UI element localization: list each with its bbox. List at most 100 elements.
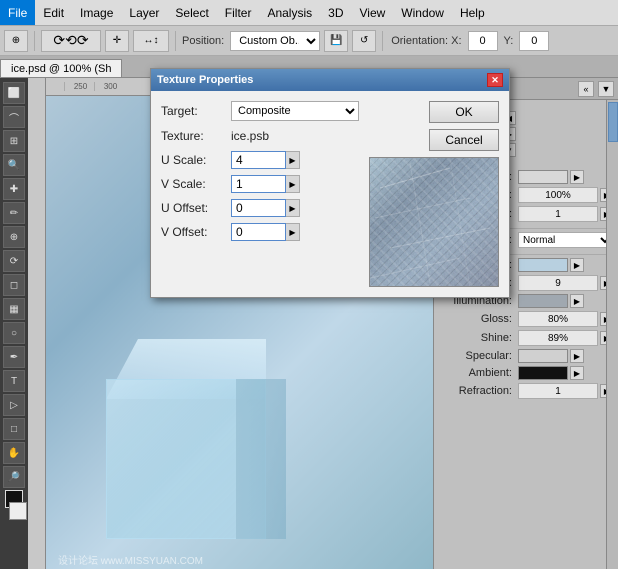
target-select[interactable]: Composite [231, 101, 359, 121]
u-offset-label: U Offset: [161, 201, 231, 215]
menu-analysis[interactable]: Analysis [259, 0, 320, 25]
tool-bg-color[interactable] [9, 502, 27, 520]
environment-color[interactable] [518, 258, 568, 272]
tool-crop[interactable]: ⊞ [3, 130, 25, 152]
tool-eraser[interactable]: ◻ [3, 274, 25, 296]
cancel-button[interactable]: Cancel [429, 129, 499, 151]
tool-eyedrop[interactable]: 🔍 [3, 154, 25, 176]
v-scale-arrow[interactable]: ▶ [286, 175, 300, 193]
ambient-label: Ambient: [438, 367, 518, 379]
position-label: Position: [182, 35, 224, 47]
dialog-body: Target: Composite Texture: ice.psb U Sca… [151, 91, 509, 297]
texture-value: ice.psb [231, 129, 269, 143]
toolbar-rotate-btn[interactable]: ⟳⟲⟳ [41, 30, 101, 52]
ruler-left [28, 78, 46, 569]
panel-menu-btn[interactable]: ▼ [598, 81, 614, 97]
u-offset-row: U Offset: ▶ [161, 199, 359, 217]
illumination-btn[interactable]: ▶ [570, 294, 584, 308]
ok-button[interactable]: OK [429, 101, 499, 123]
v-offset-row: V Offset: ▶ [161, 223, 359, 241]
y-input[interactable] [519, 31, 549, 51]
scroll-thumb[interactable] [608, 102, 618, 142]
v-scale-label: V Scale: [161, 177, 231, 191]
specular-btn[interactable]: ▶ [570, 349, 584, 363]
panel-collapse-btn[interactable]: « [578, 81, 594, 97]
toolbar-refresh-btn[interactable]: ↺ [352, 30, 376, 52]
ambient-row: Ambient: ▶ [438, 366, 614, 380]
menu-file[interactable]: File [0, 0, 35, 25]
menu-help[interactable]: Help [452, 0, 493, 25]
ambient-btn[interactable]: ▶ [570, 366, 584, 380]
v-offset-input[interactable] [231, 223, 286, 241]
position-dropdown[interactable]: Custom Ob... [230, 31, 320, 51]
v-offset-arrow[interactable]: ▶ [286, 223, 300, 241]
target-row: Target: Composite [161, 101, 359, 121]
x-input[interactable] [468, 31, 498, 51]
cube-face-side [236, 379, 286, 539]
menu-filter[interactable]: Filter [217, 0, 260, 25]
tool-shape[interactable]: □ [3, 418, 25, 440]
u-scale-arrow[interactable]: ▶ [286, 151, 300, 169]
ruler-mark-300: 300 [94, 82, 124, 91]
texture-preview [369, 157, 499, 287]
tool-dodge[interactable]: ○ [3, 322, 25, 344]
orientation-label: Orientation: X: [391, 35, 461, 47]
diffuse-btn[interactable]: ▶ [570, 170, 584, 184]
u-scale-input[interactable] [231, 151, 286, 169]
watermark: 设计论坛 www.MISSYUAN.COM [58, 552, 203, 567]
toolbar-sep-1 [34, 31, 35, 51]
tool-lasso[interactable]: ⌒ [3, 106, 25, 128]
tool-gradient[interactable]: ▦ [3, 298, 25, 320]
diffuse-color[interactable] [518, 170, 568, 184]
menu-edit[interactable]: Edit [35, 0, 72, 25]
right-scrollbar[interactable] [606, 100, 618, 569]
toolbar-sep-3 [382, 31, 383, 51]
v-scale-input[interactable] [231, 175, 286, 193]
dialog-close-button[interactable]: ✕ [487, 73, 503, 87]
menu-3d[interactable]: 3D [320, 0, 351, 25]
tool-pen[interactable]: ✒ [3, 346, 25, 368]
menu-image[interactable]: Image [72, 0, 121, 25]
toolbar-move-btn[interactable]: ✛ [105, 30, 129, 52]
texture-preview-svg [370, 158, 499, 287]
u-offset-arrow[interactable]: ▶ [286, 199, 300, 217]
illumination-color[interactable] [518, 294, 568, 308]
tool-zoom[interactable]: 🔎 [3, 466, 25, 488]
tool-clone[interactable]: ⊕ [3, 226, 25, 248]
menu-window[interactable]: Window [393, 0, 452, 25]
tool-hand[interactable]: ✋ [3, 442, 25, 464]
ruler-mark-250: 250 [64, 82, 94, 91]
shine-label: Shine: [438, 332, 518, 344]
v-scale-row: V Scale: ▶ [161, 175, 359, 193]
normal-select[interactable]: Normal [518, 232, 614, 248]
tool-type[interactable]: T [3, 370, 25, 392]
tool-history[interactable]: ⟳ [3, 250, 25, 272]
specular-color[interactable] [518, 349, 568, 363]
ice-cube [86, 319, 286, 539]
toolbar-save-btn[interactable]: 💾 [324, 30, 348, 52]
menu-layer[interactable]: Layer [121, 0, 167, 25]
gloss-label: Gloss: [438, 313, 518, 325]
menu-bar: File Edit Image Layer Select Filter Anal… [0, 0, 618, 26]
dialog-left: Target: Composite Texture: ice.psb U Sca… [161, 101, 359, 287]
shine-value: 89% [518, 330, 598, 346]
menu-select[interactable]: Select [167, 0, 216, 25]
tab-ice[interactable]: ice.psd @ 100% (Sh [0, 59, 122, 77]
u-offset-input[interactable] [231, 199, 286, 217]
dialog-right: OK Cancel [369, 101, 499, 287]
refraction-row: Refraction: 1 ▶ [438, 383, 614, 399]
v-offset-label: V Offset: [161, 225, 231, 239]
toolbar-scale-btn[interactable]: ↔↕ [133, 30, 169, 52]
specular-row: Specular: ▶ [438, 349, 614, 363]
environment-btn[interactable]: ▶ [570, 258, 584, 272]
toolbar-sep-2 [175, 31, 176, 51]
texture-row: Texture: ice.psb [161, 129, 359, 143]
tool-marquee[interactable]: ⬜ [3, 82, 25, 104]
tool-path[interactable]: ▷ [3, 394, 25, 416]
u-scale-row: U Scale: ▶ [161, 151, 359, 169]
ambient-color[interactable] [518, 366, 568, 380]
toolbar-tool-btn-1[interactable]: ⊕ [4, 30, 28, 52]
menu-view[interactable]: View [351, 0, 393, 25]
tool-heal[interactable]: ✚ [3, 178, 25, 200]
tool-brush[interactable]: ✏ [3, 202, 25, 224]
